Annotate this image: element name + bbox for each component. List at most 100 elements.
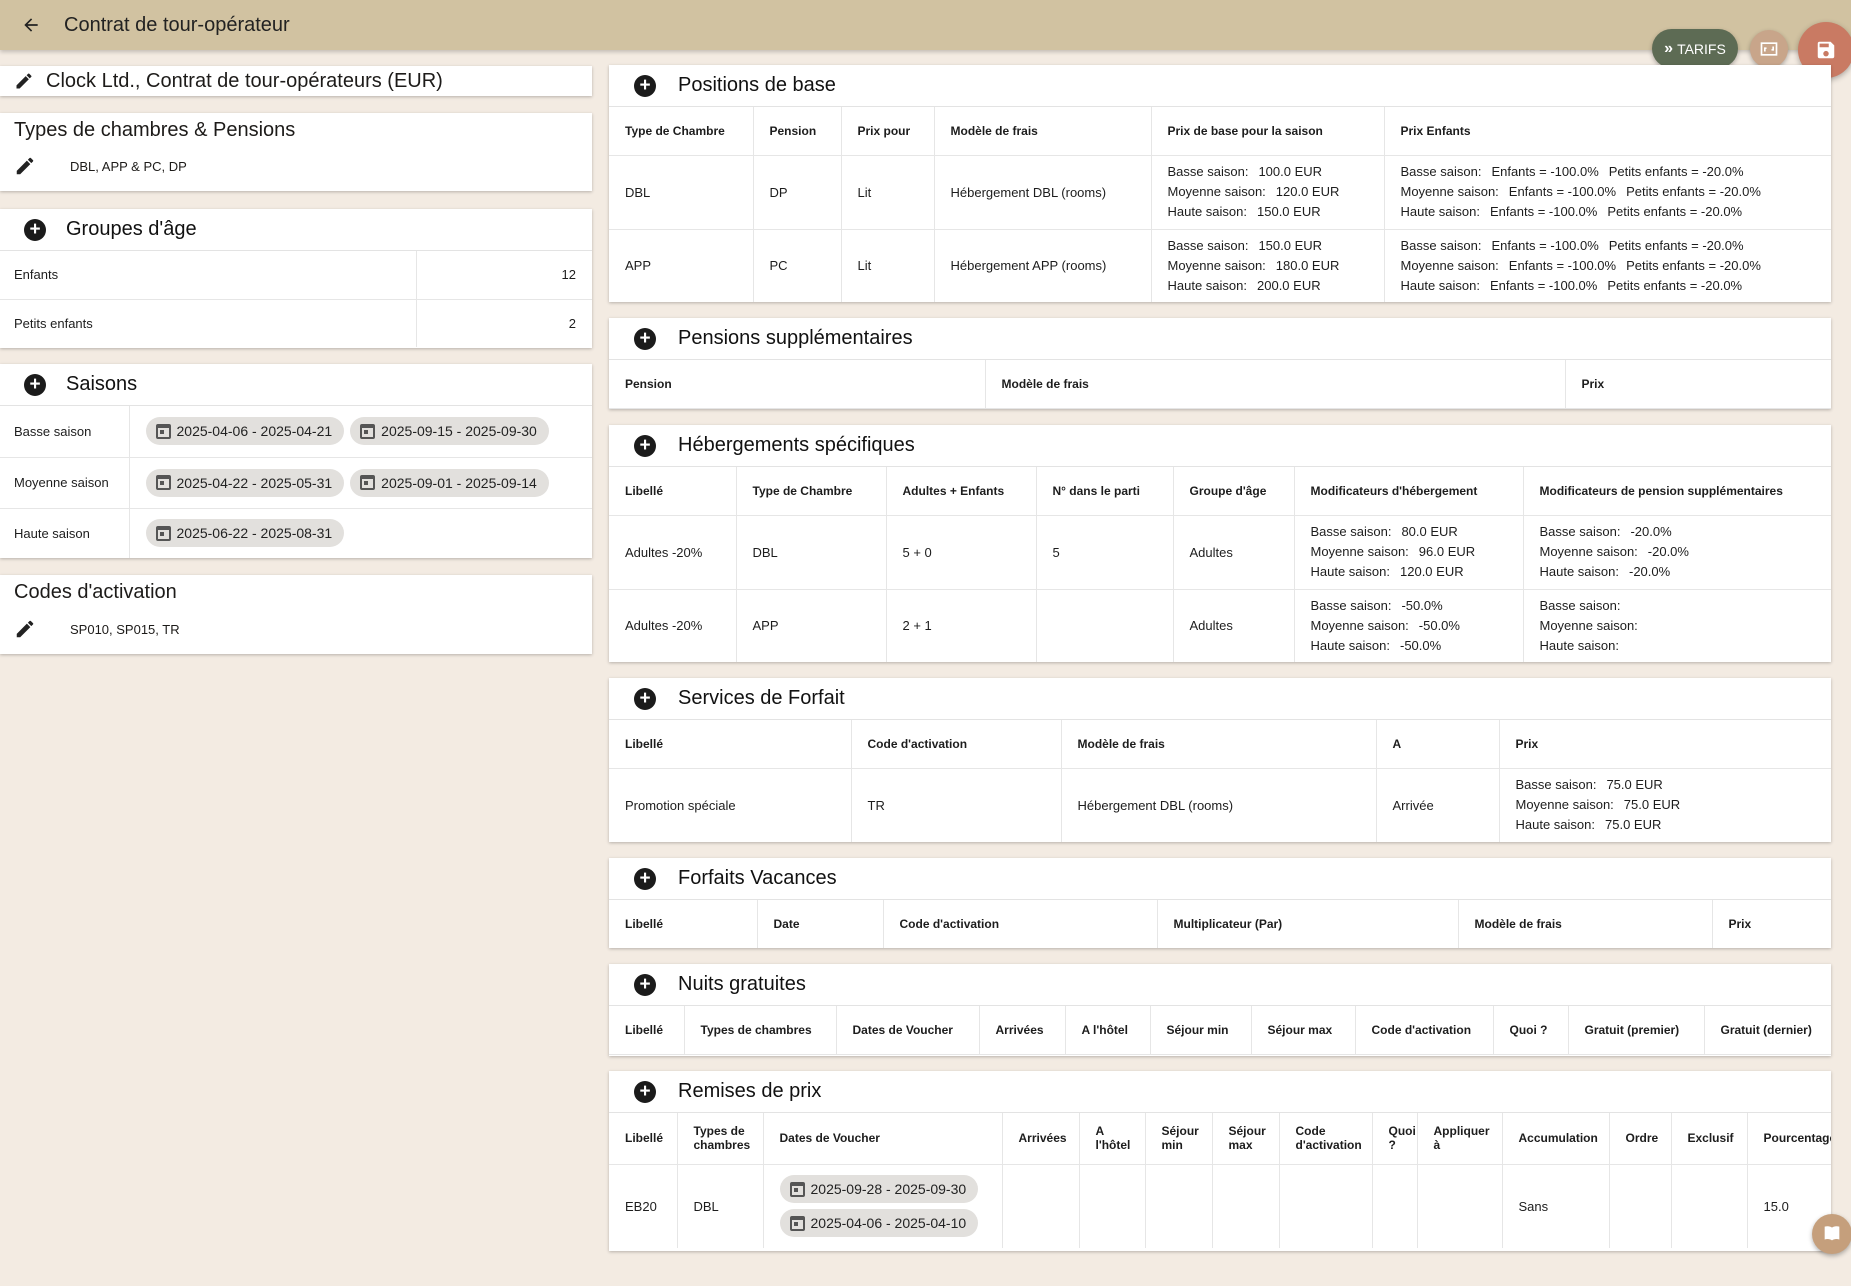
date-range-chip[interactable]: 2025-09-15 - 2025-09-30 [350,417,549,446]
help-button[interactable] [1812,1214,1851,1254]
season-key: Moyenne saison: [1310,617,1409,633]
tarifs-button[interactable]: » TARIFS [1652,29,1738,68]
column-header[interactable]: Séjour max [1212,1113,1280,1165]
column-header[interactable]: Code d'activation [1355,1006,1494,1055]
add-specific-accommodation-icon[interactable]: + [634,434,656,457]
date-range-chip[interactable]: 2025-09-01 - 2025-09-14 [350,468,549,497]
season-key: Haute saison: [1167,277,1248,293]
add-season-icon[interactable]: + [24,373,46,396]
table-row[interactable]: Adultes -20% APP 2 + 1 Adultes Basse sai… [609,589,1831,662]
column-header[interactable]: Type de Chambre [736,467,887,516]
date-range-chip[interactable]: 2025-04-06 - 2025-04-10 [779,1209,979,1238]
column-header[interactable]: Modèle de frais [934,107,1152,156]
column-header[interactable]: Modificateurs d'hébergement [1294,467,1524,516]
date-range-text: 2025-04-22 - 2025-05-31 [176,474,333,491]
column-header[interactable]: Appliquer à [1417,1113,1503,1165]
edit-icon[interactable] [14,155,36,177]
price-for-cell: Lit [841,155,935,230]
column-header[interactable]: Arrivées [979,1006,1066,1055]
add-package-service-icon[interactable]: + [634,687,656,710]
column-header[interactable]: Multiplicateur (Par) [1157,900,1459,948]
column-header[interactable]: Libellé [609,1006,685,1055]
column-header[interactable]: Libellé [609,467,737,516]
column-header[interactable]: A l'hôtel [1079,1113,1146,1165]
column-header[interactable]: Modèle de frais [985,360,1566,409]
holiday-packages-table: Libellé Date Code d'activation Multiplic… [609,900,1831,948]
column-header[interactable]: Libellé [609,900,758,948]
column-header[interactable]: Libellé [609,720,852,769]
column-header[interactable]: Séjour min [1150,1006,1252,1055]
column-header[interactable]: A [1376,720,1500,769]
infant-modifier: Petits enfants = -20.0% [1608,237,1744,253]
table-row[interactable]: EB20 DBL 2025-09-28 - 2025-09-30 2025-04… [609,1164,1831,1248]
column-header[interactable]: Quoi ? [1493,1006,1569,1055]
add-base-position-icon[interactable]: + [634,74,656,97]
column-header[interactable]: Dates de Voucher [763,1113,1003,1165]
date-range-chip[interactable]: 2025-06-22 - 2025-08-31 [145,519,345,548]
column-header[interactable]: Types de chambres [677,1113,764,1165]
add-free-night-icon[interactable]: + [634,973,656,996]
column-header[interactable]: Modèle de frais [1458,900,1713,948]
date-range-chip[interactable]: 2025-04-06 - 2025-04-21 [145,417,345,446]
column-header[interactable]: Prix [1499,720,1831,769]
column-header[interactable]: Libellé [609,1113,678,1165]
column-header[interactable]: Code d'activation [851,720,1062,769]
date-range-chip[interactable]: 2025-04-22 - 2025-05-31 [145,468,345,497]
room-types-value: DBL, APP & PC, DP [70,158,187,174]
column-header[interactable]: Gratuit (premier) [1568,1006,1705,1055]
column-header[interactable]: Prix pour [841,107,935,156]
season-dates: 2025-04-06 - 2025-04-21 2025-09-15 - 2025… [129,406,592,458]
back-arrow-icon[interactable] [16,10,46,40]
table-row[interactable]: Adultes -20% DBL 5 + 0 5 Adultes Basse s… [609,515,1831,590]
season-value: -50.0% [1400,637,1442,653]
column-header[interactable]: Prix [1565,360,1831,409]
column-header[interactable]: Code d'activation [883,900,1158,948]
column-header[interactable]: Pension [609,360,986,409]
column-header[interactable]: Prix Enfants [1384,107,1831,156]
column-header[interactable]: Prix [1712,900,1831,948]
age-group-value: 12 [416,251,592,300]
column-header[interactable]: Arrivées [1002,1113,1080,1165]
column-header[interactable]: Gratuit (dernier) [1704,1006,1831,1055]
table-row[interactable]: Promotion spéciale TR Hébergement DBL (r… [609,768,1831,842]
column-header[interactable]: Modèle de frais [1061,720,1377,769]
column-header[interactable]: Groupe d'âge [1173,467,1295,516]
season-label: Haute saison [0,508,130,558]
column-header[interactable]: Ordre [1609,1113,1672,1165]
column-header[interactable]: Séjour min [1145,1113,1213,1165]
expand-button[interactable] [1750,30,1788,68]
column-header[interactable]: Type de Chambre [609,107,754,156]
add-extra-pension-icon[interactable]: + [634,327,656,350]
column-header[interactable]: Séjour max [1251,1006,1356,1055]
column-header[interactable]: Code d'activation [1279,1113,1373,1165]
date-range-chip[interactable]: 2025-09-28 - 2025-09-30 [779,1175,979,1204]
season-key: Haute saison: [1400,277,1481,293]
add-age-group-icon[interactable]: + [24,218,46,241]
calendar-icon [155,525,171,541]
column-header[interactable]: Date [757,900,884,948]
table-row[interactable]: APP PC Lit Hébergement APP (rooms) Basse… [609,229,1831,302]
column-header[interactable]: Adultes + Enfants [886,467,1037,516]
column-header[interactable]: Modificateurs de pension supplémentaires [1523,467,1831,516]
season-value: -20.0% [1647,544,1689,559]
specific-accommodations-table: Libellé Type de Chambre Adultes + Enfant… [609,467,1831,662]
column-header[interactable]: Pourcentage [1747,1113,1831,1165]
column-header[interactable]: Pension [753,107,842,156]
season-value: 75.0 EUR [1605,817,1662,833]
column-header[interactable]: N° dans le parti [1036,467,1174,516]
add-holiday-package-icon[interactable]: + [634,867,656,890]
column-header[interactable]: A l'hôtel [1065,1006,1151,1055]
column-header[interactable]: Prix de base pour la saison [1151,107,1385,156]
edit-icon[interactable] [14,618,36,640]
base-price-cell: Basse saison: 100.0 EUR Moyenne saison: 12… [1151,155,1385,230]
base-positions-heading: Positions de base [678,74,836,96]
edit-icon[interactable] [14,71,34,91]
package-services-card: + Services de Forfait Libellé Code d'act… [609,678,1831,842]
column-header[interactable]: Types de chambres [684,1006,837,1055]
column-header[interactable]: Dates de Voucher [836,1006,980,1055]
table-row[interactable]: DBL DP Lit Hébergement DBL (rooms) Basse… [609,155,1831,230]
column-header[interactable]: Accumulation [1502,1113,1610,1165]
column-header[interactable]: Quoi ? [1372,1113,1418,1165]
add-discount-icon[interactable]: + [634,1080,656,1103]
column-header[interactable]: Exclusif [1671,1113,1748,1165]
